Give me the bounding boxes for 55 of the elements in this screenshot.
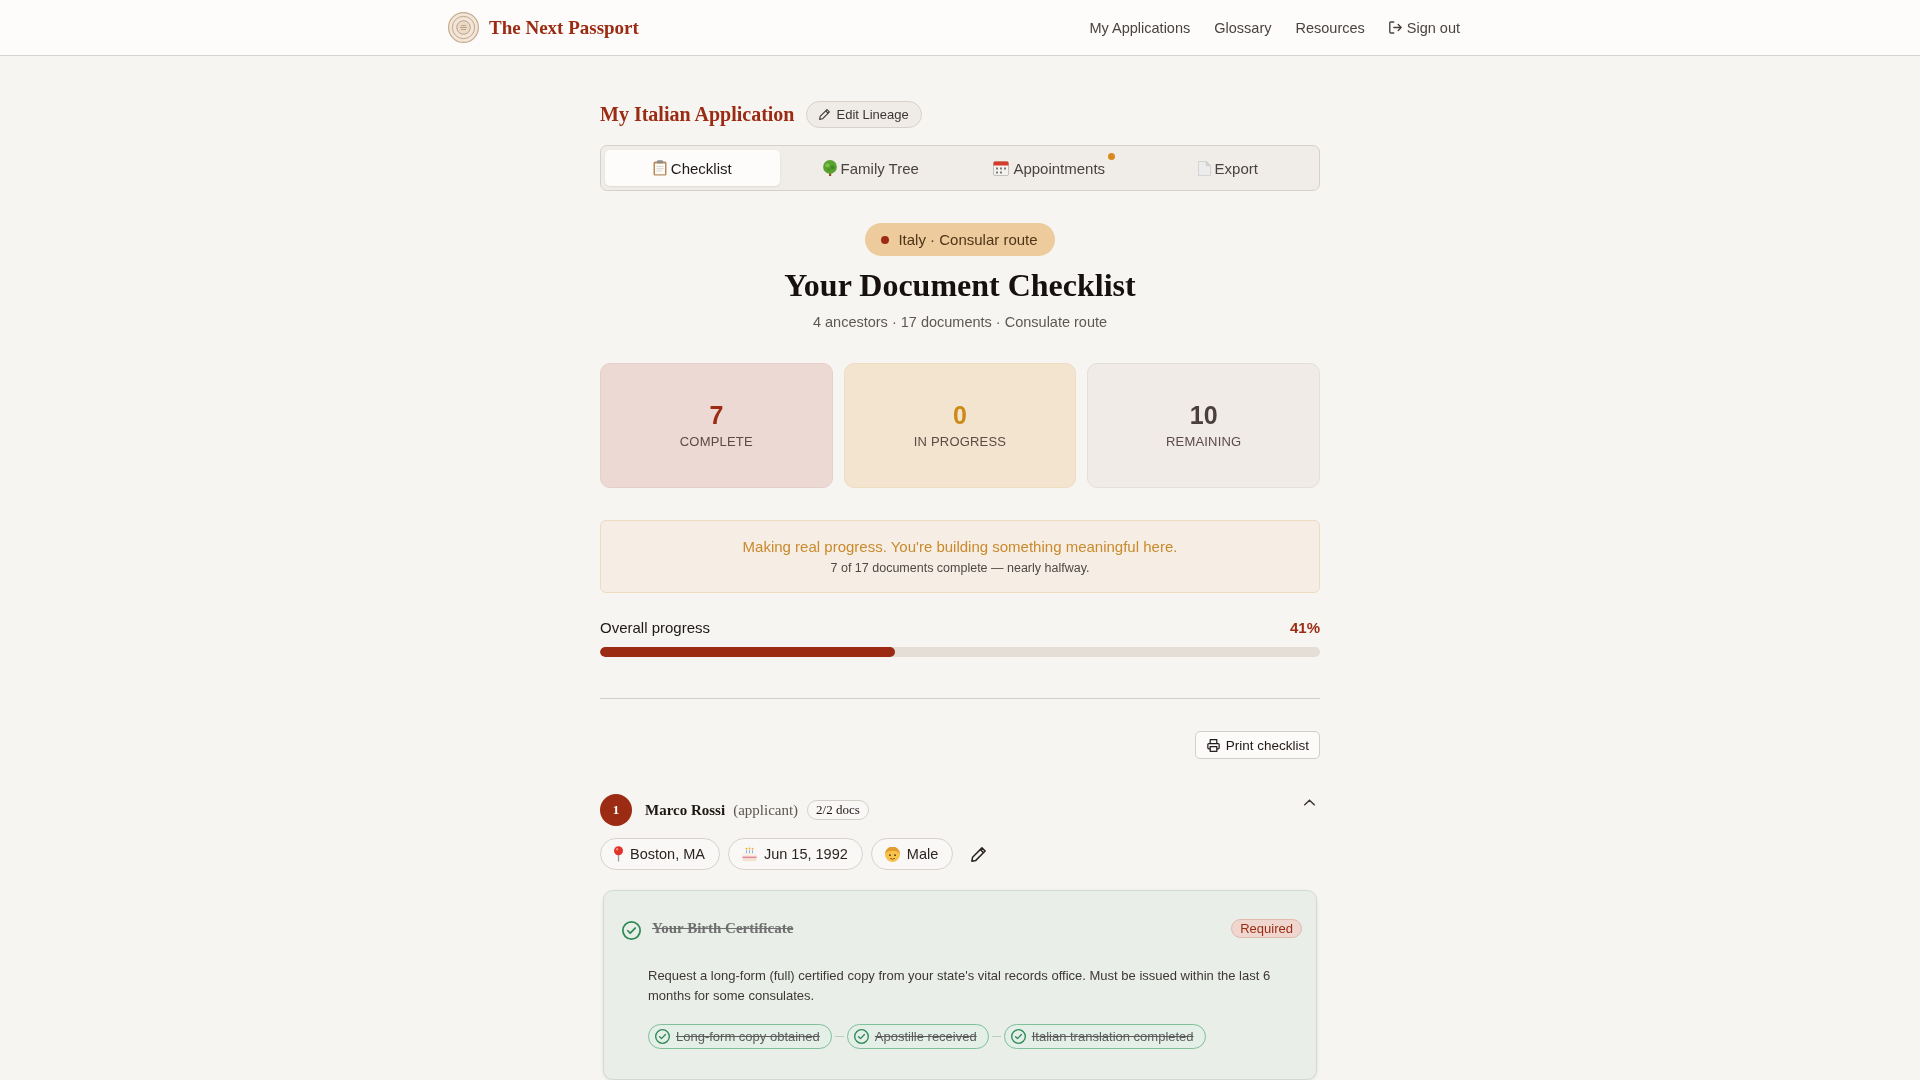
step-chip[interactable]: Italian translation completed — [1003, 1024, 1206, 1049]
tab[interactable]: Family Tree — [783, 150, 958, 186]
stat-value: 0 — [953, 400, 967, 430]
nav-link[interactable]: My Applications — [1089, 19, 1191, 36]
check-circle-icon — [655, 1029, 670, 1044]
ancestor-name: Marco Rossi — [645, 801, 726, 819]
status-dot-icon — [881, 235, 890, 244]
logo-icon — [448, 12, 479, 43]
route-label: Italy · Consular route — [898, 231, 1038, 248]
brand-name[interactable]: The Next Passport — [489, 16, 639, 39]
clipboard-icon — [652, 160, 667, 176]
page-heading: Your Document Checklist — [783, 266, 1137, 305]
progress-label: Overall progress — [600, 618, 711, 638]
calendar-icon — [993, 160, 1010, 176]
application-title: My Italian Application — [600, 102, 795, 126]
document-icon — [1197, 160, 1211, 176]
step-chip[interactable]: Apostille received — [846, 1024, 989, 1049]
edit-button[interactable] — [971, 846, 987, 862]
step-chip[interactable]: Long-form copy obtained — [648, 1024, 832, 1049]
pin-icon — [614, 846, 623, 862]
tree-icon — [822, 160, 837, 176]
print-button[interactable]: Print checklist — [1194, 731, 1320, 759]
pencil-icon — [819, 108, 831, 120]
pencil-icon — [971, 846, 987, 862]
detail-text: Jun 15, 1992 — [763, 846, 848, 862]
stat-label: IN PROGRESS — [913, 433, 1007, 451]
ancestor-number: 1 — [600, 794, 632, 826]
stat-label: REMAINING — [1165, 433, 1242, 451]
docs-count: 2/2 docs — [807, 800, 869, 820]
message-headline: Making real progress. You're building something meaningful here. — [742, 536, 1178, 557]
detail-text: Male — [906, 846, 939, 862]
stat-value: 10 — [1189, 400, 1218, 430]
sign-out-icon — [1388, 21, 1402, 34]
checklist-summary: 4 ancestors · 17 documents · Consulate route — [811, 313, 1109, 332]
stat-value: 7 — [709, 400, 724, 430]
document-title: Your Birth Certificate — [652, 919, 794, 937]
nav-link[interactable]: Glossary — [1214, 19, 1272, 36]
edit-lineage-button[interactable]: Edit Lineage — [806, 100, 922, 128]
printer-icon — [1206, 738, 1220, 752]
cake-icon — [741, 846, 757, 862]
required-tag: Required — [1231, 918, 1302, 938]
face-icon — [884, 846, 900, 862]
ancestor-role: (applicant) — [733, 801, 799, 819]
document-description: Request a long-form (full) certified copy from your state's vital records office. Must be issued within the last 6 months for some consulates. — [648, 967, 1272, 1005]
check-circle-icon — [1010, 1029, 1026, 1044]
stat-label: COMPLETE — [679, 433, 753, 451]
message-detail: 7 of 17 documents complete — nearly halfway. — [830, 559, 1090, 577]
detail-text: Boston, MA — [630, 846, 705, 862]
nav-link[interactable]: Resources — [1295, 19, 1365, 36]
progress-percent: 41% — [1289, 618, 1320, 638]
tab[interactable]: Checklist — [605, 150, 780, 186]
tab[interactable]: Appointments — [962, 150, 1137, 186]
tab[interactable]: Export — [1140, 150, 1315, 186]
check-circle-icon — [853, 1029, 869, 1044]
sign-out-link[interactable]: Sign out — [1388, 19, 1460, 36]
